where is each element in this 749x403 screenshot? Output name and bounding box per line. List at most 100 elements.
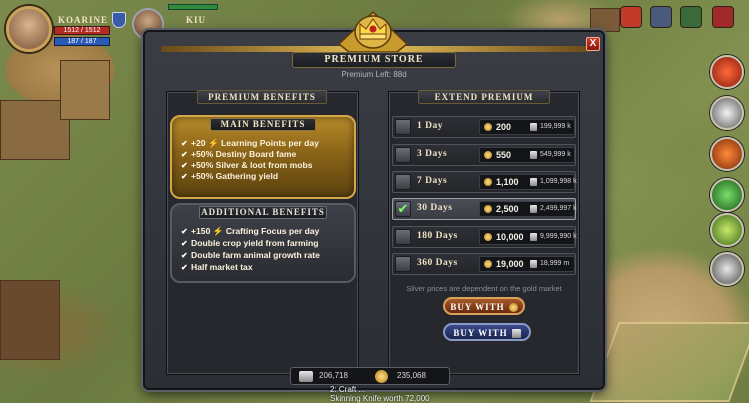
benefit-text: Double crop yield from farming [191, 238, 319, 248]
minimap[interactable] [589, 322, 749, 402]
gold-price: 1,100 [496, 177, 519, 187]
additional-benefits-title: ADDITIONAL BENEFITS [199, 206, 327, 219]
benefit-text: +50% Destiny Board fame [191, 149, 297, 159]
benefit-text: +50% Silver & loot from mobs [191, 160, 313, 170]
package-price: 200 199,999 k [479, 119, 575, 135]
check-icon: ✔ [181, 139, 188, 148]
barrel-stack [0, 280, 60, 360]
check-icon: ✔ [181, 161, 188, 170]
benefits-header: PREMIUM BENEFITS [197, 90, 327, 104]
shield-icon[interactable] [112, 12, 126, 28]
buy-with-silver-button[interactable]: BUY WITH [443, 323, 531, 341]
energy-bar: 187 / 187 [54, 37, 110, 46]
player-name: KOARINE [58, 15, 109, 25]
close-button[interactable]: X [586, 37, 600, 51]
package-30-days[interactable]: ✔ 30 Days 2,500 2,499,997 k [392, 198, 577, 220]
package-price: 550 549,999 k [479, 147, 575, 163]
craft-notification-detail: Skinning Knife worth 72,000 [330, 394, 430, 403]
silver-icon [511, 329, 521, 339]
gold-coin-icon [484, 260, 492, 268]
benefit-text: +50% Gathering yield [191, 171, 279, 181]
package-3-days[interactable]: 3 Days 550 549,999 k [392, 144, 576, 166]
check-icon: ✔ [397, 202, 409, 217]
package-price: 1,100 1,099,998 k [479, 174, 577, 190]
skill-sword-icon[interactable] [710, 96, 744, 130]
package-360-days[interactable]: 360 Days 19,000 18,999 m [392, 253, 576, 275]
silver-balance: 206,718 [319, 371, 348, 380]
skill-fire-icon[interactable] [710, 55, 744, 89]
silver-price-note: Silver prices are dependent on the gold … [406, 284, 562, 293]
gold-price: 10,000 [496, 232, 524, 242]
gold-coin-icon [508, 303, 518, 313]
gold-coin-icon [484, 151, 492, 159]
map-icon[interactable] [680, 6, 702, 28]
gold-coin-icon [484, 123, 492, 131]
building [590, 8, 620, 32]
main-benefit-item: ✔ +50% Silver & loot from mobs [181, 160, 313, 170]
roof-tile [60, 60, 110, 120]
package-duration: 180 Days [417, 231, 458, 241]
package-checkbox[interactable] [395, 174, 411, 190]
package-duration: 3 Days [417, 149, 448, 159]
additional-benefit-item: ✔ Half market tax [181, 262, 253, 272]
party-health-bar [168, 4, 218, 10]
check-icon: ✔ [181, 150, 188, 159]
package-duration: 7 Days [417, 176, 448, 186]
package-1-day[interactable]: 1 Day 200 199,999 k [392, 116, 576, 138]
guild-icon[interactable] [650, 6, 672, 28]
currency-bar: 206,718 235,068 [290, 367, 450, 385]
silver-icon [530, 123, 537, 131]
silver-icon [530, 260, 537, 268]
package-180-days[interactable]: 180 Days 10,000 9,999,990 k [392, 226, 577, 248]
package-7-days[interactable]: 7 Days 1,100 1,099,998 k [392, 171, 577, 193]
buy-silver-label: BUY WITH [453, 328, 508, 338]
package-price: 19,000 18,999 m [479, 256, 575, 272]
package-price: 10,000 9,999,990 k [479, 229, 577, 245]
gold-coin-icon [484, 205, 492, 213]
check-icon: ✔ [181, 172, 188, 181]
main-benefit-item: ✔ +20 ⚡ Learning Points per day [181, 138, 319, 149]
skill-burn-icon[interactable] [710, 137, 744, 171]
game-viewport: KOARINE 1512 / 1512 187 / 187 KIU X PREM… [0, 0, 749, 403]
silver-price: 18,999 m [540, 260, 570, 267]
gold-coin-icon [484, 233, 492, 241]
package-checkbox[interactable] [395, 147, 411, 163]
benefit-text: +150 ⚡ Crafting Focus per day [191, 226, 320, 236]
package-checkbox[interactable] [395, 256, 411, 272]
buy-with-gold-button[interactable]: BUY WITH [443, 297, 525, 315]
silver-price: 9,999,990 k [540, 233, 577, 240]
gold-balance: 235,068 [397, 371, 426, 380]
buy-gold-label: BUY WITH [450, 302, 505, 312]
health-bar: 1512 / 1512 [54, 26, 110, 35]
menu-icon[interactable] [620, 6, 642, 28]
package-duration: 30 Days [417, 203, 453, 213]
premium-time-left: Premium Left: 88d [341, 70, 407, 79]
gold-price: 550 [496, 150, 512, 160]
silver-price: 549,999 k [540, 151, 571, 158]
benefit-text: Double farm animal growth rate [191, 250, 320, 260]
check-icon: ✔ [181, 227, 188, 236]
settings-icon[interactable] [712, 6, 734, 28]
gold-price: 2,500 [496, 204, 519, 214]
skill-nature-icon[interactable] [710, 213, 744, 247]
player-portrait[interactable] [6, 6, 52, 52]
additional-benefit-item: ✔ +150 ⚡ Crafting Focus per day [181, 226, 319, 237]
package-checkbox[interactable] [395, 119, 411, 135]
benefit-text: +20 ⚡ Learning Points per day [191, 138, 319, 148]
skill-dash-icon[interactable] [710, 252, 744, 286]
package-checkbox[interactable]: ✔ [395, 201, 411, 217]
package-checkbox[interactable] [395, 229, 411, 245]
additional-benefit-item: ✔ Double farm animal growth rate [181, 250, 320, 260]
window-title: PREMIUM STORE [292, 52, 456, 68]
silver-price: 1,099,998 k [540, 178, 577, 185]
crown-icon [337, 10, 409, 53]
additional-benefit-item: ✔ Double crop yield from farming [181, 238, 319, 248]
check-icon: ✔ [181, 239, 188, 248]
check-icon: ✔ [181, 263, 188, 272]
skill-heal-icon[interactable] [710, 178, 744, 212]
gold-coin-icon [484, 178, 492, 186]
silver-icon [530, 205, 537, 213]
gold-coin-icon [375, 370, 388, 383]
silver-icon [530, 178, 537, 186]
package-price: 2,500 2,499,997 k [479, 201, 577, 217]
